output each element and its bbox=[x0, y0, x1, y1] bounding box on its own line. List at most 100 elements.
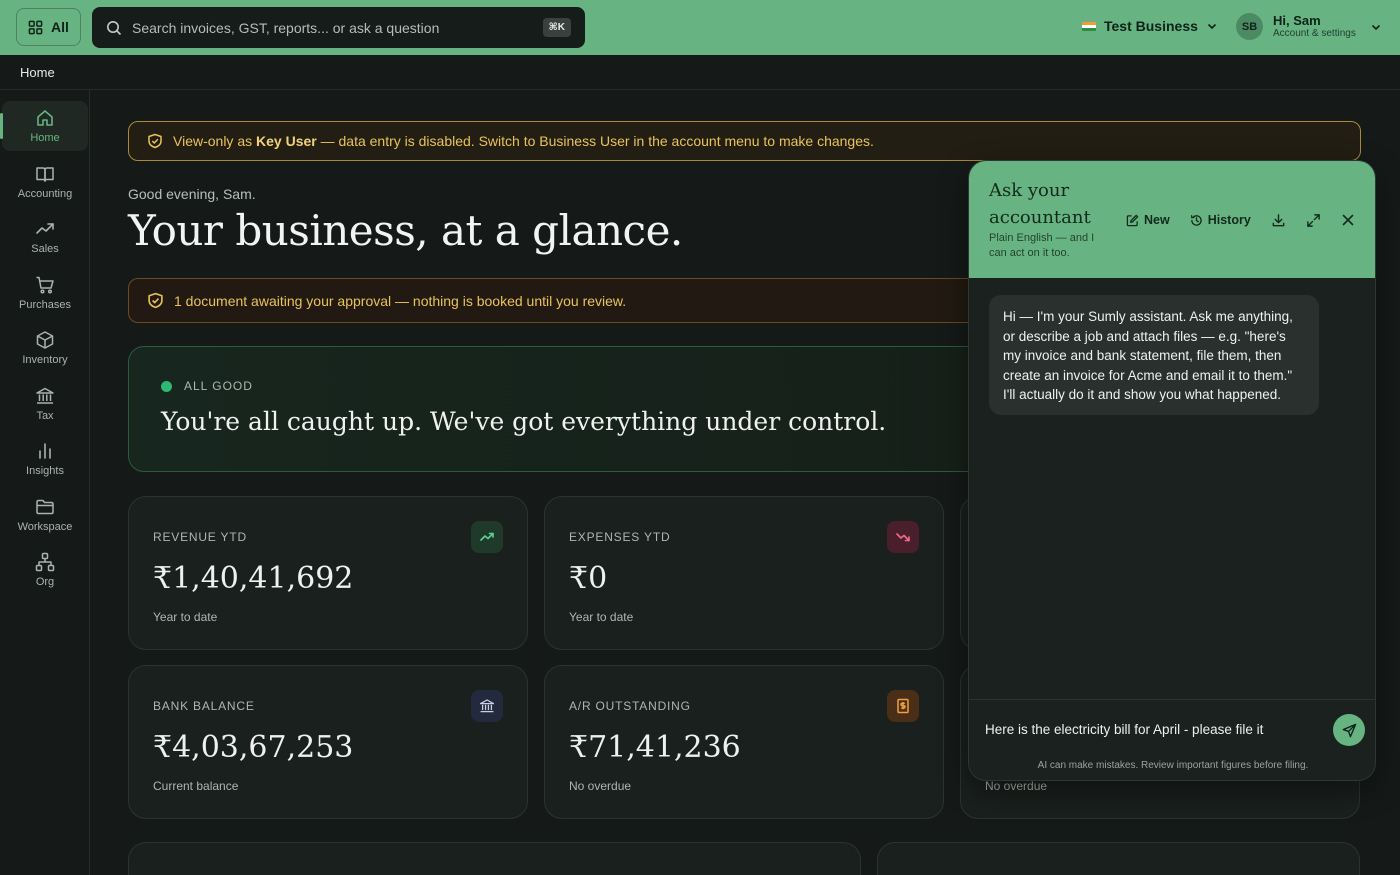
bank-balance-card[interactable]: BANK BALANCE ₹4,03,67,253 Current balanc… bbox=[128, 665, 528, 819]
shield-check-icon bbox=[148, 133, 162, 149]
all-apps-button[interactable]: All bbox=[16, 8, 81, 46]
card-label: REVENUE YTD bbox=[153, 530, 247, 544]
sidebar-item-label: Tax bbox=[36, 410, 54, 422]
business-switcher[interactable]: Test Business bbox=[1082, 18, 1218, 34]
grid-icon bbox=[28, 20, 43, 34]
chat-input[interactable]: Here is the electricity bill for April -… bbox=[985, 722, 1263, 737]
book-icon bbox=[36, 167, 54, 182]
card-label: BANK BALANCE bbox=[153, 699, 255, 713]
sidebar-item-tax[interactable]: Tax bbox=[2, 379, 88, 429]
sidebar-item-label: Purchases bbox=[19, 299, 71, 311]
card-label: EXPENSES YTD bbox=[569, 530, 671, 544]
card-sub: Year to date bbox=[569, 610, 634, 624]
notice-text-pre: View-only as bbox=[173, 133, 257, 149]
sidebar-item-label: Insights bbox=[26, 465, 64, 477]
assistant-message: Hi — I'm your Sumly assistant. Ask me an… bbox=[989, 295, 1319, 415]
ai-disclaimer: AI can make mistakes. Review important f… bbox=[1037, 760, 1309, 771]
card-value: ₹1,40,41,692 bbox=[153, 561, 354, 596]
status-badge: ALL GOOD bbox=[161, 379, 253, 393]
chevron-down-icon bbox=[1207, 23, 1216, 30]
sidebar-item-label: Inventory bbox=[22, 354, 68, 366]
assistant-subtitle: Plain English — and I can act on it too. bbox=[989, 232, 1095, 259]
sidebar-item-label: Sales bbox=[31, 243, 59, 255]
status-dot-icon bbox=[161, 380, 172, 392]
trend-down-icon bbox=[887, 521, 919, 553]
ar-outstanding-card[interactable]: A/R OUTSTANDING ₹71,41,236 No overdue bbox=[544, 665, 944, 819]
notice-text-post: — data entry is disabled. Switch to Busi… bbox=[316, 133, 874, 149]
assistant-actions: New History bbox=[1126, 211, 1355, 229]
history-label: History bbox=[1207, 213, 1251, 227]
home-icon bbox=[37, 110, 53, 126]
approval-banner[interactable]: 1 document awaiting your approval — noth… bbox=[128, 278, 988, 323]
sidebar: Home Accounting Sales Purchases Inventor… bbox=[0, 90, 90, 875]
bottom-section-card bbox=[128, 842, 861, 875]
card-value: ₹71,41,236 bbox=[569, 730, 741, 765]
expand-icon[interactable] bbox=[1306, 213, 1321, 228]
assistant-title: Ask your accountant bbox=[989, 180, 1091, 228]
sidebar-item-inventory[interactable]: Inventory bbox=[2, 323, 88, 373]
revenue-card[interactable]: REVENUE YTD ₹1,40,41,692 Year to date bbox=[128, 496, 528, 650]
india-flag-icon bbox=[1082, 21, 1096, 31]
card-sub: Current balance bbox=[153, 779, 239, 793]
bar-chart-icon bbox=[39, 443, 51, 459]
edit-icon bbox=[1126, 214, 1139, 226]
download-icon[interactable] bbox=[1271, 213, 1286, 228]
user-sub-label: Account & settings bbox=[1273, 28, 1356, 39]
user-greeting: Hi, Sam bbox=[1273, 13, 1321, 28]
shield-check-icon bbox=[148, 292, 163, 309]
breadcrumb-home[interactable]: Home bbox=[20, 65, 55, 80]
expenses-card[interactable]: EXPENSES YTD ₹0 Year to date bbox=[544, 496, 944, 650]
org-chart-icon bbox=[35, 552, 55, 572]
view-only-notice: View-only as Key User — data entry is di… bbox=[128, 121, 1361, 161]
sidebar-item-purchases[interactable]: Purchases bbox=[2, 268, 88, 318]
search-input[interactable]: Search invoices, GST, reports... or ask … bbox=[132, 20, 533, 36]
card-sub: No overdue bbox=[985, 779, 1048, 793]
send-button[interactable] bbox=[1333, 714, 1365, 746]
sidebar-item-workspace[interactable]: Workspace bbox=[2, 490, 88, 540]
all-apps-label: All bbox=[51, 19, 69, 35]
sidebar-item-insights[interactable]: Insights bbox=[2, 434, 88, 484]
account-menu[interactable]: SB Hi, Sam Account & settings bbox=[1236, 13, 1382, 40]
card-label: A/R OUTSTANDING bbox=[569, 699, 691, 713]
trend-up-icon bbox=[36, 223, 54, 234]
send-icon bbox=[1342, 723, 1356, 737]
bank-icon bbox=[471, 690, 503, 722]
status-message: You're all caught up. We've got everythi… bbox=[161, 407, 887, 436]
sidebar-item-label: Home bbox=[30, 132, 60, 144]
chat-composer: Here is the electricity bill for April -… bbox=[969, 699, 1375, 780]
close-icon[interactable] bbox=[1341, 213, 1355, 227]
sidebar-item-label: Org bbox=[35, 576, 55, 588]
new-chat-button[interactable]: New bbox=[1126, 213, 1170, 227]
card-sub: No overdue bbox=[569, 779, 632, 793]
top-bar: All Search invoices, GST, reports... or … bbox=[0, 0, 1400, 55]
card-sub: Year to date bbox=[153, 610, 218, 624]
greeting: Good evening, Sam. bbox=[128, 186, 256, 202]
avatar: SB bbox=[1236, 13, 1263, 40]
chevron-down-icon bbox=[1371, 24, 1380, 30]
notice-role: Key User bbox=[256, 133, 317, 149]
search-bar[interactable]: Search invoices, GST, reports... or ask … bbox=[92, 7, 585, 48]
bank-icon bbox=[36, 387, 54, 404]
bottom-section-card bbox=[877, 842, 1360, 875]
folder-icon bbox=[36, 499, 54, 515]
assistant-panel: Ask your accountant Plain English — and … bbox=[968, 160, 1376, 781]
search-icon bbox=[107, 20, 122, 35]
sidebar-item-home[interactable]: Home bbox=[0, 101, 88, 151]
cart-icon bbox=[36, 276, 54, 294]
breadcrumb: Home bbox=[0, 55, 1400, 90]
history-button[interactable]: History bbox=[1190, 213, 1251, 227]
approval-text: 1 document awaiting your approval — noth… bbox=[174, 292, 627, 309]
sidebar-item-label: Workspace bbox=[17, 521, 73, 533]
page-title: Your business, at a glance. bbox=[128, 206, 683, 255]
sidebar-item-label: Accounting bbox=[17, 188, 73, 200]
sidebar-item-org[interactable]: Org bbox=[2, 545, 88, 595]
assistant-header: Ask your accountant Plain English — and … bbox=[969, 161, 1375, 278]
sidebar-item-sales[interactable]: Sales bbox=[2, 212, 88, 262]
box-icon bbox=[36, 331, 54, 349]
sidebar-item-accounting[interactable]: Accounting bbox=[2, 157, 88, 207]
card-value: ₹4,03,67,253 bbox=[153, 730, 354, 765]
card-value: ₹0 bbox=[569, 561, 608, 596]
search-shortcut-badge: ⌘K bbox=[542, 18, 571, 37]
history-icon bbox=[1190, 214, 1202, 226]
status-card: ALL GOOD You're all caught up. We've got… bbox=[128, 346, 988, 472]
